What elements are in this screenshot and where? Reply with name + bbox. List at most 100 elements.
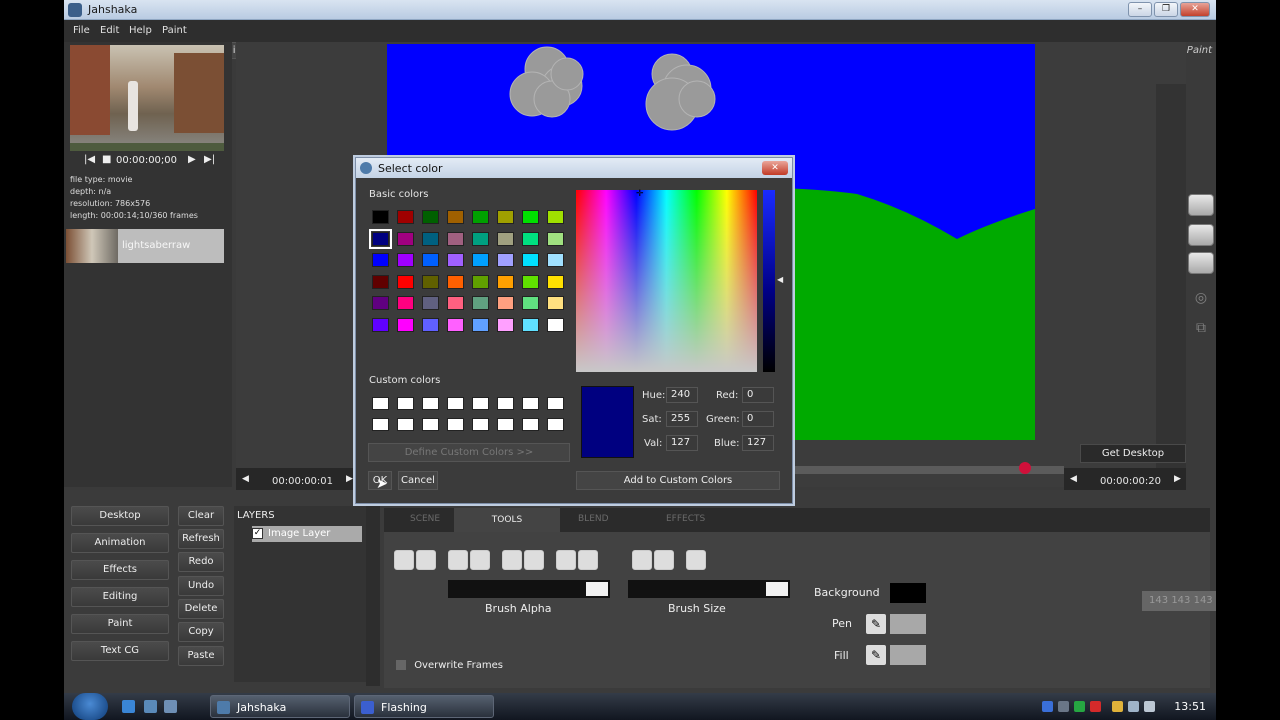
pen-eyedropper-icon[interactable]: ✎ — [866, 614, 886, 634]
nav-editing-button[interactable]: Editing — [71, 587, 169, 607]
redo-button[interactable]: Redo — [178, 552, 224, 572]
tray-icon[interactable] — [1058, 701, 1069, 712]
tab-scene[interactable]: SCENE — [410, 514, 440, 524]
basic-color-swatch[interactable] — [372, 210, 389, 224]
brush-tool-icon[interactable] — [394, 550, 414, 570]
basic-color-swatch[interactable] — [397, 296, 414, 310]
hue-field[interactable]: 240 — [666, 387, 698, 403]
basic-color-swatch[interactable] — [497, 253, 514, 267]
line-tool-icon[interactable] — [416, 550, 436, 570]
custom-color-swatch[interactable] — [372, 397, 389, 410]
timeline-playhead[interactable] — [1019, 462, 1031, 474]
basic-color-swatch[interactable] — [447, 317, 464, 332]
basic-color-swatch[interactable] — [422, 210, 439, 224]
nav-paint-button[interactable]: Paint — [71, 614, 169, 634]
basic-color-swatch[interactable] — [522, 231, 539, 246]
custom-color-swatch[interactable] — [497, 397, 514, 410]
basic-color-swatch[interactable] — [372, 317, 389, 332]
basic-color-swatch[interactable] — [372, 253, 389, 267]
basic-color-swatch[interactable] — [397, 253, 414, 267]
taskbar-item-jahshaka[interactable]: Jahshaka — [210, 695, 350, 718]
fill-eyedropper-icon[interactable]: ✎ — [866, 645, 886, 665]
menu-paint[interactable]: Paint — [162, 25, 187, 36]
basic-color-swatch[interactable] — [447, 210, 464, 224]
basic-color-swatch[interactable] — [497, 317, 514, 332]
background-swatch[interactable] — [890, 583, 926, 603]
overwrite-frames-toggle[interactable]: Overwrite Frames — [396, 660, 503, 671]
basic-color-swatch[interactable] — [547, 274, 564, 289]
basic-color-swatch[interactable] — [472, 253, 489, 267]
nav-animation-button[interactable]: Animation — [71, 533, 169, 553]
custom-color-swatch[interactable] — [397, 397, 414, 410]
switch-windows-icon[interactable] — [164, 700, 177, 713]
skip-forward-icon[interactable]: ▶| — [204, 154, 215, 165]
triangle-filled-tool-icon[interactable] — [524, 550, 544, 570]
custom-color-swatch[interactable] — [447, 397, 464, 410]
basic-color-swatch[interactable] — [522, 210, 539, 224]
basic-color-swatch[interactable] — [547, 317, 564, 332]
get-desktop-button[interactable]: Get Desktop — [1080, 444, 1186, 463]
taskbar-item-flashing[interactable]: Flashing — [354, 695, 494, 718]
custom-color-swatch[interactable] — [497, 418, 514, 431]
fill-swatch[interactable] — [890, 645, 926, 665]
minimize-button[interactable]: – — [1128, 2, 1152, 17]
start-button[interactable] — [72, 693, 108, 720]
basic-color-swatch[interactable] — [497, 231, 514, 246]
layer-visible-checkbox[interactable]: ✓ — [252, 528, 263, 539]
custom-color-swatch[interactable] — [547, 397, 564, 410]
brush-alpha-slider[interactable] — [448, 580, 610, 598]
basic-color-swatch[interactable] — [447, 274, 464, 289]
basic-color-swatch[interactable] — [369, 228, 392, 249]
fill-tool-icon[interactable] — [632, 550, 652, 570]
menu-file[interactable]: File — [73, 25, 90, 36]
basic-color-swatch[interactable] — [422, 296, 439, 310]
cancel-button[interactable]: Cancel — [398, 471, 438, 490]
dialog-close-button[interactable]: ✕ — [762, 161, 788, 175]
basic-color-swatch[interactable] — [547, 296, 564, 310]
menu-edit[interactable]: Edit — [100, 25, 119, 36]
red-field[interactable]: 0 — [742, 387, 774, 403]
custom-color-swatch[interactable] — [472, 397, 489, 410]
viewer-scrollbar[interactable] — [1156, 84, 1186, 484]
paintbrush-icon[interactable] — [1188, 194, 1214, 216]
overwrite-checkbox[interactable] — [396, 660, 406, 670]
brush-size-slider[interactable] — [628, 580, 790, 598]
tab-blend[interactable]: BLEND — [578, 514, 609, 524]
basic-color-swatch[interactable] — [472, 210, 489, 224]
pen-swatch[interactable] — [890, 614, 926, 634]
triangle-outline-tool-icon[interactable] — [502, 550, 522, 570]
add-custom-colors-button[interactable]: Add to Custom Colors — [576, 471, 780, 490]
copy-button[interactable]: Copy — [178, 622, 224, 642]
brush-size-knob[interactable] — [764, 580, 790, 598]
basic-color-swatch[interactable] — [472, 274, 489, 289]
circle-outline-tool-icon[interactable] — [556, 550, 576, 570]
nav-textcg-button[interactable]: Text CG — [71, 641, 169, 661]
basic-color-swatch[interactable] — [447, 231, 464, 246]
basic-color-swatch[interactable] — [422, 253, 439, 267]
basic-color-swatch[interactable] — [497, 274, 514, 289]
skip-back-icon[interactable]: |◀ — [84, 154, 95, 165]
green-field[interactable]: 0 — [742, 411, 774, 427]
val-field[interactable]: 127 — [666, 435, 698, 451]
basic-color-swatch[interactable] — [522, 274, 539, 289]
basic-color-swatch[interactable] — [372, 296, 389, 310]
basic-color-swatch[interactable] — [422, 231, 439, 246]
line-tool-icon[interactable] — [1188, 224, 1214, 246]
rect-outline-tool-icon[interactable] — [448, 550, 468, 570]
basic-color-swatch[interactable] — [472, 296, 489, 310]
tray-icon[interactable] — [1074, 701, 1085, 712]
nav-desktop-button[interactable]: Desktop — [71, 506, 169, 526]
paste-button[interactable]: Paste — [178, 646, 224, 666]
custom-color-swatch[interactable] — [372, 418, 389, 431]
fill-gradient-tool-icon[interactable] — [654, 550, 674, 570]
tray-icon[interactable] — [1090, 701, 1101, 712]
show-desktop-icon[interactable] — [144, 700, 157, 713]
basic-color-swatch[interactable] — [422, 274, 439, 289]
basic-color-swatch[interactable] — [397, 210, 414, 224]
basic-color-swatch[interactable] — [447, 253, 464, 267]
custom-color-swatch[interactable] — [522, 418, 539, 431]
prev-frame-icon[interactable]: ◀ — [1070, 474, 1077, 484]
custom-color-swatch[interactable] — [472, 418, 489, 431]
next-frame-icon[interactable]: ▶ — [1174, 474, 1181, 484]
clip-item[interactable]: lightsaberraw — [66, 229, 224, 263]
